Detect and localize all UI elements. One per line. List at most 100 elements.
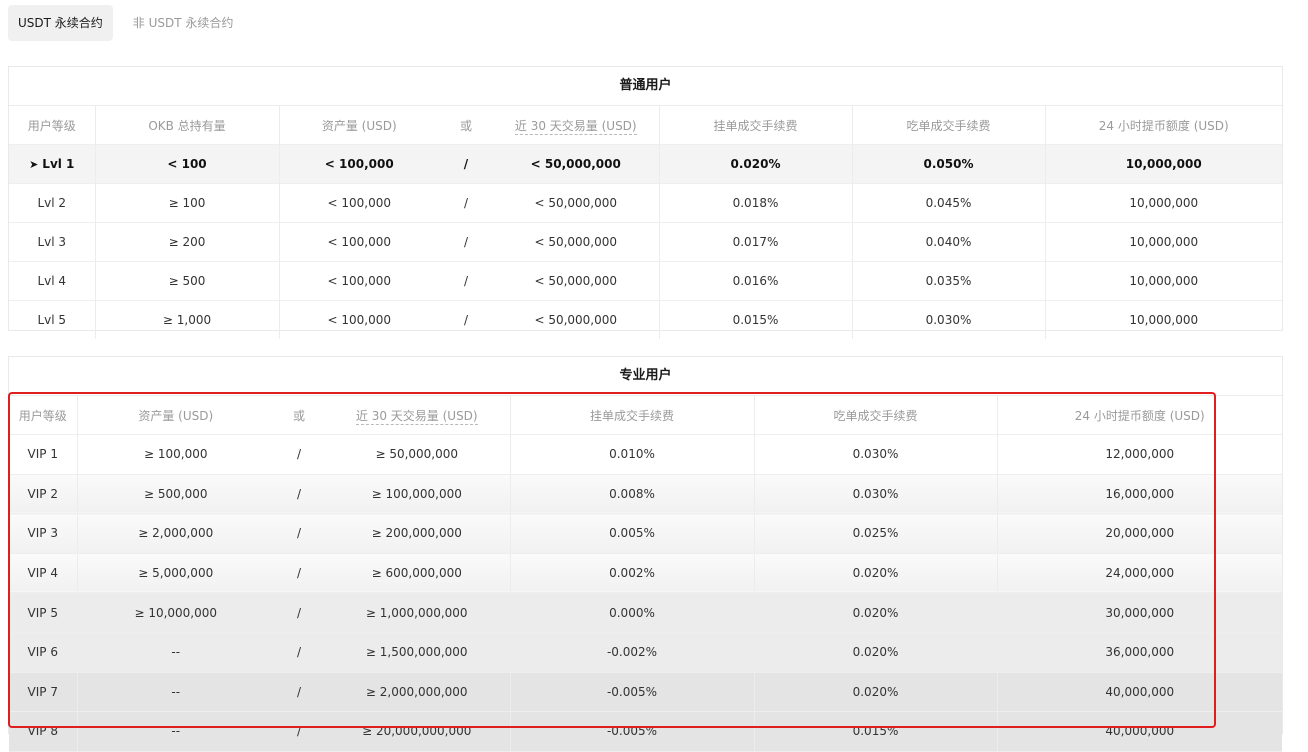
cell-withdraw-limit: 20,000,000 [997,513,1282,554]
cell-or: / [274,711,324,752]
cell-volume-30d: ≥ 600,000,000 [324,553,511,594]
table-row: VIP 2 ≥ 500,000/≥ 100,000,000 0.008% 0.030%… [9,474,1282,515]
cell-or: / [274,632,324,673]
cell-taker-fee: 0.045% [852,183,1046,223]
cell-assets: ≥ 100,000 [77,434,274,475]
col-maker-fee: 挂单成交手续费 [659,106,853,145]
col-okb-holding: OKB 总持有量 [95,106,280,145]
cell-user-level: VIP 1 [9,434,78,475]
tab-usdt-perpetual[interactable]: USDT 永续合约 [8,5,113,41]
cell-assets: ≥ 5,000,000 [77,553,274,594]
cell-volume-30d: < 50,000,000 [493,144,660,184]
col-30d-volume[interactable]: 近 30 天交易量 (USD) [324,396,511,435]
volume-tooltip-label[interactable]: 近 30 天交易量 (USD) [514,118,637,135]
cell-or: / [274,592,324,633]
cell-assets: < 100,000 [327,313,392,327]
cell-withdraw-limit: 40,000,000 [997,711,1282,752]
cell-assets: ≥ 10,000,000 [77,592,274,633]
cell-user-level: VIP 5 [9,592,78,633]
cell-withdraw-limit: 10,000,000 [1045,183,1282,223]
regular-fee-table: 用户等级 OKB 总持有量 资产量 (USD) 或 近 30 天交易量 (USD… [9,106,1282,339]
table-row: VIP 5 ≥ 10,000,000/≥ 1,000,000,000 0.000% 0… [9,592,1282,633]
cell-withdraw-limit: 10,000,000 [1045,261,1282,301]
cell-maker-fee: 0.005% [510,513,755,554]
cell-assets: < 100,000 [279,222,439,262]
cell-or: / [274,434,324,475]
cell-assets: ≥ 2,000,000 [77,513,274,554]
cell-volume-30d: ≥ 20,000,000,000 [324,711,511,752]
current-level-label: Lvl 1 [42,157,75,171]
cell-okb-holding: ≥ 500 [95,261,280,301]
cell-or: / [274,553,324,594]
cell-user-level: Lvl 4 [9,261,96,301]
cell-okb-holding: < 100 [95,144,280,184]
cell-withdraw-limit: 10,000,000 [1129,313,1199,327]
cell-withdraw-limit: 16,000,000 [997,474,1282,515]
pro-fee-table: 用户等级 资产量 (USD) 或 近 30 天交易量 (USD) 挂单成交手续费… [9,396,1282,752]
cell-assets: ≥ 500,000 [77,474,274,515]
cell-user-level: ➤ Lvl 1 [9,144,96,184]
col-user-level: 用户等级 [9,106,96,145]
table-row: ➤ Lvl 1 < 100 < 100,000/< 50,000,000 0.020% 0… [9,144,1282,184]
cell-assets: < 100,000 [279,183,439,223]
cell-taker-fee: 0.035% [852,261,1046,301]
cell-user-level: VIP 2 [9,474,78,515]
col-withdraw-limit: 24 小时提币额度 (USD) [1045,106,1282,145]
table-row: VIP 6 -- / ≥ 1,500,000,000 -0.002% 0.020% 36,0… [9,632,1282,673]
cell-volume-30d: ≥ 1,000,000,000 [324,592,511,633]
cell-taker-fee: 0.030% [754,474,998,515]
cell-assets: < 100,000 [279,261,439,301]
table-row: Lvl 5 ≥ 1,000 < 100,000 / < 50,000,000 0.015%… [9,300,1282,339]
cell-okb-holding: ≥ 100 [95,183,280,223]
cell-taker-fee: 0.050% [852,144,1046,184]
cell-or: / [463,313,469,327]
cell-taker-fee: 0.025% [754,513,998,554]
cell-or: / [274,672,324,713]
cell-volume-30d: ≥ 1,500,000,000 [324,632,511,673]
contract-tabs: USDT 永续合约 非 USDT 永续合约 [8,5,243,41]
cell-taker-fee: 0.040% [852,222,1046,262]
col-assets: 资产量 (USD) [77,396,274,435]
cell-volume-30d: < 50,000,000 [493,183,660,223]
cell-withdraw-limit: 40,000,000 [997,672,1282,713]
cell-user-level: Lvl 3 [9,222,96,262]
cell-taker-fee: 0.020% [754,632,998,673]
tab-non-usdt-perpetual[interactable]: 非 USDT 永续合约 [123,5,244,41]
cell-withdraw-limit: 10,000,000 [1045,222,1282,262]
cell-withdraw-limit: 12,000,000 [997,434,1282,475]
cell-withdraw-limit: 10,000,000 [1045,144,1282,184]
cell-user-level: Lvl 2 [9,183,96,223]
table-row: VIP 8 -- / ≥ 20,000,000,000 -0.005% 0.015% 40,… [9,711,1282,752]
cell-maker-fee: 0.020% [659,144,853,184]
cell-maker-fee: -0.005% [510,672,755,713]
table-row: VIP 1 ≥ 100,000/≥ 50,000,000 0.010% 0.030% 1… [9,434,1282,475]
cell-volume-30d: ≥ 100,000,000 [324,474,511,515]
col-30d-volume[interactable]: 近 30 天交易量 (USD) [493,106,660,145]
table-row: VIP 4 ≥ 5,000,000/≥ 600,000,000 0.002% 0.02… [9,553,1282,594]
cell-volume-30d: ≥ 200,000,000 [324,513,511,554]
col-maker-fee: 挂单成交手续费 [510,396,755,435]
cell-taker-fee: 0.020% [754,672,998,713]
table-row: Lvl 4 ≥ 500 < 100,000/< 50,000,000 0.016% 0.… [9,261,1282,301]
cell-volume-30d: ≥ 2,000,000,000 [324,672,511,713]
table-row: Lvl 3 ≥ 200 < 100,000/< 50,000,000 0.017% 0.… [9,222,1282,262]
cell-maker-fee: 0.017% [659,222,853,262]
cell-or: / [439,144,493,184]
cell-volume-30d: < 50,000,000 [493,300,660,339]
volume-tooltip-label[interactable]: 近 30 天交易量 (USD) [355,408,478,425]
cell-maker-fee: 0.000% [510,592,755,633]
cell-taker-fee: 0.030% [754,434,998,475]
col-user-level: 用户等级 [9,396,78,435]
col-or: 或 [274,396,324,435]
cell-maker-fee: -0.002% [510,632,755,673]
cell-withdraw-limit: 24,000,000 [997,553,1282,594]
cell-user-level: VIP 4 [9,553,78,594]
cell-maker-fee: -0.005% [510,711,755,752]
cell-assets: -- [77,632,274,673]
cell-okb-holding: ≥ 200 [95,222,280,262]
col-assets: 资产量 (USD) [279,106,439,145]
cell-volume-30d: ≥ 50,000,000 [324,434,511,475]
cell-maker-fee: 0.015% [659,300,853,339]
pro-users-title: 专业用户 [9,357,1282,396]
cell-user-level: Lvl 5 [9,300,96,339]
